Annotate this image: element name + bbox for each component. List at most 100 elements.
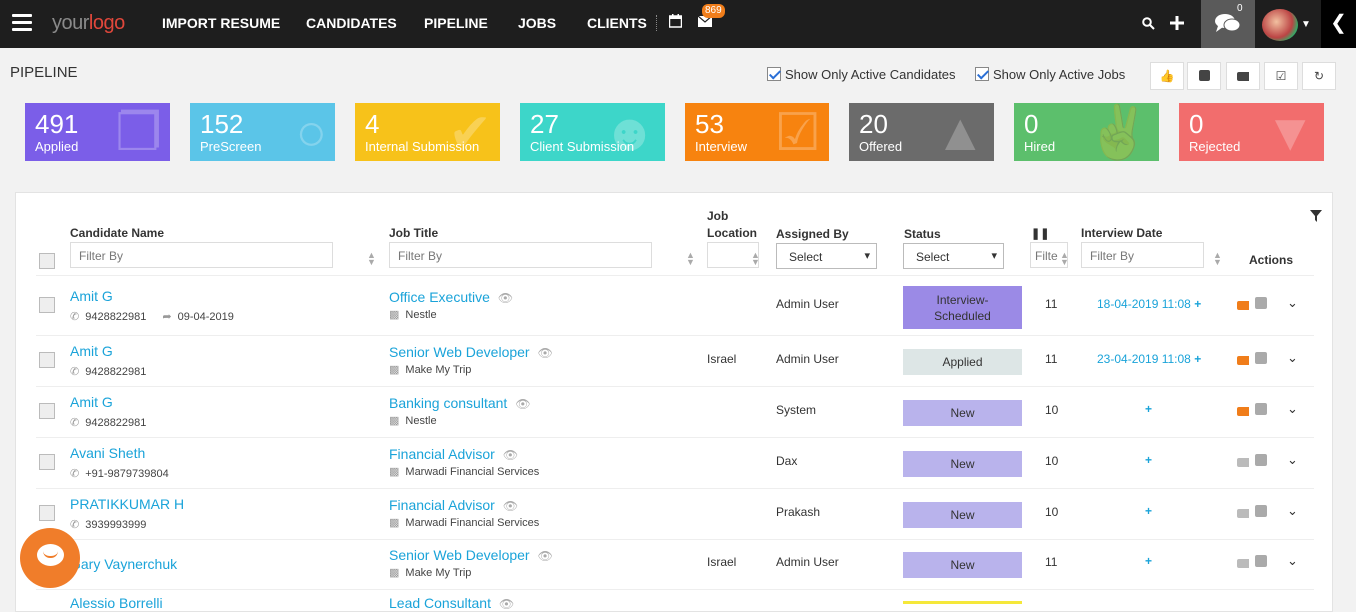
refresh-icon[interactable]: ↻ <box>1302 62 1336 90</box>
eye-icon[interactable]: 👁 <box>499 597 514 611</box>
status-badge[interactable]: New <box>903 451 1022 477</box>
sort-icon[interactable]: ▲ ▼ <box>751 251 760 267</box>
status-badge[interactable]: Interview-Scheduled <box>903 286 1022 329</box>
card-client-submission[interactable]: ☻ 27 Client Submission <box>520 103 665 161</box>
tag-icon[interactable] <box>1237 356 1249 365</box>
card-offered[interactable]: ▲ 20 Offered <box>849 103 994 161</box>
eye-icon[interactable]: 👁 <box>515 397 530 411</box>
card-interview[interactable]: ☑ 53 Interview <box>685 103 829 161</box>
status-select[interactable]: Select <box>903 243 1004 269</box>
phone-icon[interactable] <box>1187 62 1221 90</box>
card-applied[interactable]: ❐ 491 Applied <box>25 103 170 161</box>
job-title-link[interactable]: Senior Web Developer 👁 <box>389 344 553 360</box>
thumbs-up-icon[interactable]: 👍 <box>1150 62 1184 90</box>
check-square-icon[interactable]: ☑ <box>1264 62 1298 90</box>
candidate-name-link[interactable]: Alessio Borrelli <box>70 595 163 611</box>
chevron-down-icon[interactable]: ⌄ <box>1287 452 1298 468</box>
candidate-filter-input[interactable]: Filter By <box>70 242 333 268</box>
tag-icon[interactable] <box>1237 559 1249 568</box>
avatar[interactable] <box>1262 9 1298 41</box>
candidate-name-link[interactable]: Gary Vaynerchuk <box>70 556 177 572</box>
row-checkbox[interactable] <box>39 505 55 521</box>
job-title-link[interactable]: Financial Advisor 👁 <box>389 497 518 513</box>
chevron-down-icon[interactable]: ⌄ <box>1287 553 1298 569</box>
sort-icon[interactable]: ▲ ▼ <box>686 251 695 267</box>
menu-icon[interactable] <box>12 14 32 32</box>
chevron-left-icon[interactable]: ❮ <box>1321 0 1356 48</box>
eye-icon[interactable]: 👁 <box>538 346 553 360</box>
checkbox-checked[interactable] <box>975 67 989 81</box>
nav-pipeline[interactable]: PIPELINE <box>424 15 488 31</box>
row-checkbox[interactable] <box>39 403 55 419</box>
job-title-link[interactable]: Lead Consultant 👁 <box>389 595 514 611</box>
tag-icon[interactable] <box>1237 509 1249 518</box>
nav-clients[interactable]: CLIENTS <box>587 15 647 31</box>
phone-icon[interactable] <box>1255 297 1267 309</box>
sort-icon[interactable]: ▲ ▼ <box>1213 251 1222 267</box>
status-badge[interactable]: New <box>903 400 1022 426</box>
logo[interactable]: yourlogo <box>52 12 125 35</box>
filter-icon[interactable] <box>1310 210 1322 225</box>
interview-date[interactable]: 18-04-2019 11:08 + <box>1097 297 1201 311</box>
tag-icon[interactable] <box>1237 458 1249 467</box>
add-interview-icon[interactable]: + <box>1194 297 1201 311</box>
plus-icon[interactable] <box>1170 16 1184 33</box>
select-all-checkbox[interactable] <box>39 253 55 269</box>
sort-icon[interactable]: ▲ ▼ <box>1060 251 1069 267</box>
nav-candidates[interactable]: CANDIDATES <box>306 15 397 31</box>
add-interview-icon[interactable]: + <box>1145 504 1152 518</box>
interview-date-filter-input[interactable]: Filter By <box>1081 242 1204 268</box>
candidate-name-link[interactable]: Avani Sheth <box>70 445 145 461</box>
card-hired[interactable]: ✌ 0 Hired <box>1014 103 1159 161</box>
card-prescreen[interactable]: ○ 152 PreScreen <box>190 103 335 161</box>
phone-icon[interactable] <box>1255 454 1267 466</box>
tags-icon[interactable] <box>1226 62 1260 90</box>
pause-icon[interactable]: ❚❚ <box>1031 227 1049 240</box>
status-badge[interactable]: New <box>903 502 1022 528</box>
assigned-by-select[interactable]: Select <box>776 243 877 269</box>
phone-icon[interactable] <box>1255 555 1267 567</box>
sort-icon[interactable]: ▲ ▼ <box>367 251 376 267</box>
card-internal-submission[interactable]: ✔ 4 Internal Submission <box>355 103 500 161</box>
eye-icon[interactable]: 👁 <box>503 448 518 462</box>
candidate-name-link[interactable]: Amit G <box>70 288 113 304</box>
job-title-link[interactable]: Financial Advisor 👁 <box>389 446 518 462</box>
status-badge[interactable]: New <box>903 552 1022 578</box>
chat-widget-button[interactable] <box>20 528 80 588</box>
row-checkbox[interactable] <box>39 454 55 470</box>
eye-icon[interactable]: 👁 <box>503 499 518 513</box>
row-checkbox[interactable] <box>39 352 55 368</box>
status-badge[interactable]: Applied <box>903 349 1022 375</box>
add-interview-icon[interactable]: + <box>1194 352 1201 366</box>
row-checkbox[interactable] <box>39 297 55 313</box>
header-job-title[interactable]: Job Title <box>389 226 438 240</box>
add-interview-icon[interactable]: + <box>1145 453 1152 467</box>
phone-icon[interactable] <box>1255 352 1267 364</box>
header-candidate-name[interactable]: Candidate Name <box>70 226 164 240</box>
chat-button[interactable]: 0 <box>1201 0 1255 48</box>
add-interview-icon[interactable]: + <box>1145 402 1152 416</box>
eye-icon[interactable]: 👁 <box>538 549 553 563</box>
active-jobs-checkbox[interactable]: Show Only Active Jobs <box>975 67 1125 82</box>
job-title-link[interactable]: Senior Web Developer 👁 <box>389 547 553 563</box>
job-title-filter-input[interactable]: Filter By <box>389 242 652 268</box>
add-interview-icon[interactable]: + <box>1145 554 1152 568</box>
candidate-name-link[interactable]: Amit G <box>70 343 113 359</box>
tag-icon[interactable] <box>1237 407 1249 416</box>
active-candidates-checkbox[interactable]: Show Only Active Candidates <box>767 67 956 82</box>
phone-icon[interactable] <box>1255 403 1267 415</box>
chevron-down-icon[interactable]: ▼ <box>1301 19 1311 30</box>
search-icon[interactable] <box>1142 17 1155 33</box>
header-job-location-1[interactable]: Job <box>707 209 728 223</box>
header-interview-date[interactable]: Interview Date <box>1081 226 1162 240</box>
header-status[interactable]: Status <box>904 227 941 241</box>
interview-date[interactable]: 23-04-2019 11:08 + <box>1097 352 1201 366</box>
chevron-down-icon[interactable]: ⌄ <box>1287 401 1298 417</box>
phone-icon[interactable] <box>1255 505 1267 517</box>
header-job-location-2[interactable]: Location <box>707 226 757 240</box>
eye-icon[interactable]: 👁 <box>498 291 513 305</box>
nav-import-resume[interactable]: IMPORT RESUME <box>162 15 280 31</box>
job-title-link[interactable]: Office Executive 👁 <box>389 289 513 305</box>
nav-jobs[interactable]: JOBS <box>518 15 556 31</box>
chevron-down-icon[interactable]: ⌄ <box>1287 503 1298 519</box>
